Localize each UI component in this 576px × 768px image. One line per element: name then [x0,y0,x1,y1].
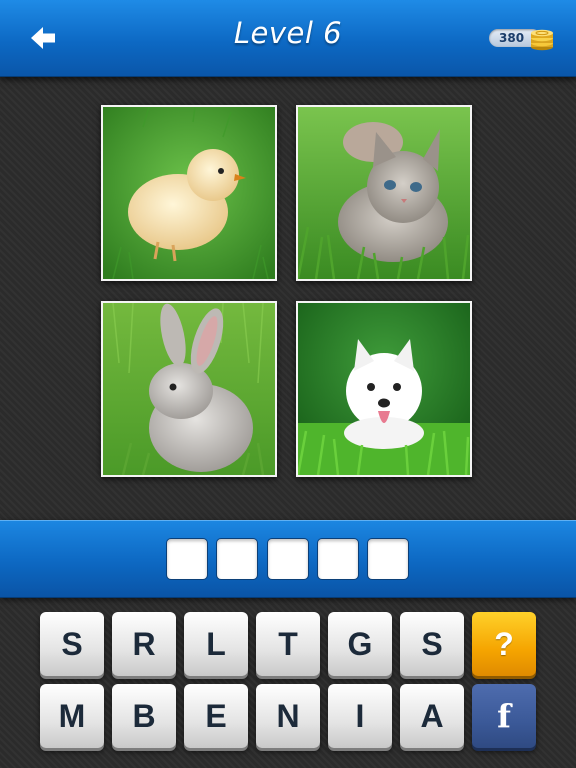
letter-key-10[interactable]: N [256,684,320,748]
letter-key-3[interactable]: L [184,612,248,676]
answer-slot-3[interactable] [267,538,309,580]
picture-puppy[interactable] [296,301,472,477]
answer-slot-2[interactable] [216,538,258,580]
picture-rabbit[interactable] [101,301,277,477]
letter-key-9[interactable]: E [184,684,248,748]
letter-key-2[interactable]: R [112,612,176,676]
letter-key-4[interactable]: T [256,612,320,676]
coin-stack-icon [531,29,553,51]
letter-key-6[interactable]: S [400,612,464,676]
letter-key-12[interactable]: A [400,684,464,748]
letter-key-8[interactable]: B [112,684,176,748]
letter-key-11[interactable]: I [328,684,392,748]
hint-button[interactable]: ? [472,612,536,676]
answer-slot-5[interactable] [367,538,409,580]
letter-key-7[interactable]: M [40,684,104,748]
coin-counter[interactable]: 380 [489,26,561,52]
facebook-share-button[interactable]: f [472,684,536,748]
answer-slot-1[interactable] [166,538,208,580]
picture-chick[interactable] [101,105,277,281]
top-bar: Level 6 380 [0,0,576,77]
answer-bar [0,520,576,598]
answer-slot-4[interactable] [317,538,359,580]
letter-key-5[interactable]: G [328,612,392,676]
letter-key-1[interactable]: S [40,612,104,676]
picture-kitten[interactable] [296,105,472,281]
